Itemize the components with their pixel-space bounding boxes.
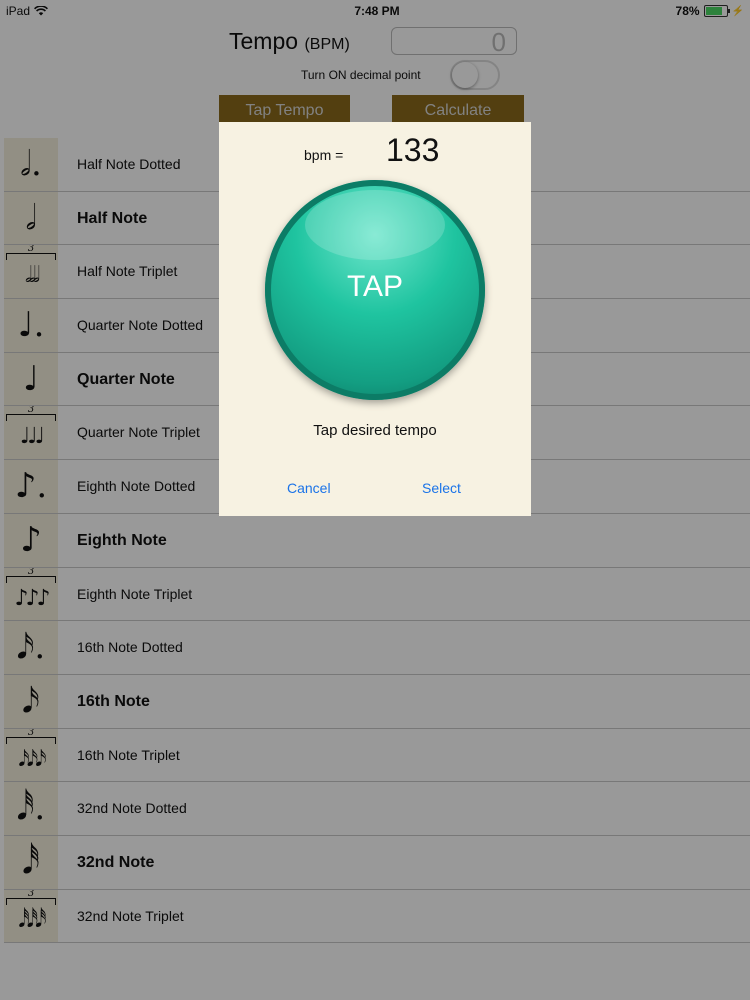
- tap-tempo-dialog: bpm = 133 TAP Tap desired tempo Cancel S…: [219, 122, 531, 516]
- tap-hint: Tap desired tempo: [313, 422, 437, 439]
- cancel-button[interactable]: Cancel: [287, 480, 331, 496]
- tap-button-shine: [305, 190, 445, 260]
- select-button[interactable]: Select: [422, 480, 461, 496]
- bpm-label: bpm =: [304, 147, 344, 163]
- bpm-value: 133: [386, 132, 440, 168]
- tap-button-label: TAP: [346, 270, 404, 303]
- tap-button[interactable]: TAP: [265, 180, 485, 400]
